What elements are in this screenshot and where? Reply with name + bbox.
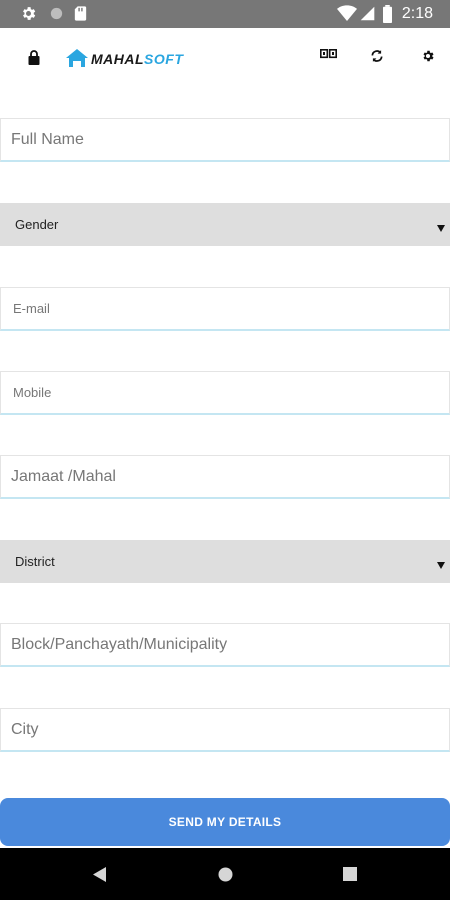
district-select-label: District xyxy=(15,554,55,569)
back-icon[interactable] xyxy=(93,867,107,887)
email-placeholder: E-mail xyxy=(13,301,50,316)
qr-code-icon[interactable] xyxy=(320,48,337,66)
gender-select[interactable]: Gender xyxy=(0,203,450,246)
district-select[interactable]: District xyxy=(0,540,450,583)
refresh-icon[interactable] xyxy=(370,48,384,69)
wifi-icon xyxy=(337,5,357,27)
jamaat-mahal-placeholder: Jamaat /Mahal xyxy=(11,467,116,485)
dropdown-caret-icon xyxy=(437,220,445,235)
block-panchayath-placeholder: Block/Panchayath/Municipality xyxy=(11,635,228,653)
block-panchayath-input[interactable]: Block/Panchayath/Municipality xyxy=(0,623,450,667)
lock-icon[interactable] xyxy=(28,50,40,70)
city-input[interactable]: City xyxy=(0,708,450,752)
email-input[interactable]: E-mail xyxy=(0,287,450,331)
full-name-placeholder: Full Name xyxy=(11,130,84,148)
settings-icon[interactable] xyxy=(421,49,435,68)
circle-icon xyxy=(48,5,65,27)
full-name-input[interactable]: Full Name xyxy=(0,118,450,162)
gear-icon xyxy=(20,5,37,27)
dropdown-caret-icon xyxy=(437,557,445,572)
jamaat-mahal-input[interactable]: Jamaat /Mahal xyxy=(0,455,450,499)
app-header: MAHALSOFT xyxy=(0,28,450,90)
recents-icon[interactable] xyxy=(343,867,357,886)
mobile-input[interactable]: Mobile xyxy=(0,371,450,415)
status-time: 2:18 xyxy=(401,5,433,22)
logo-text: MAHALSOFT xyxy=(91,51,184,67)
gender-select-label: Gender xyxy=(15,217,59,232)
sd-card-icon xyxy=(73,5,88,27)
signal-icon xyxy=(359,5,376,27)
mobile-placeholder: Mobile xyxy=(13,385,52,400)
city-placeholder: City xyxy=(11,720,39,738)
send-my-details-button[interactable]: SEND MY DETAILS xyxy=(0,798,450,846)
navigation-bar xyxy=(0,848,450,900)
home-icon[interactable] xyxy=(218,867,233,887)
battery-icon xyxy=(382,5,393,28)
house-logo-icon xyxy=(66,49,88,67)
status-bar: 2:18 xyxy=(0,0,450,28)
